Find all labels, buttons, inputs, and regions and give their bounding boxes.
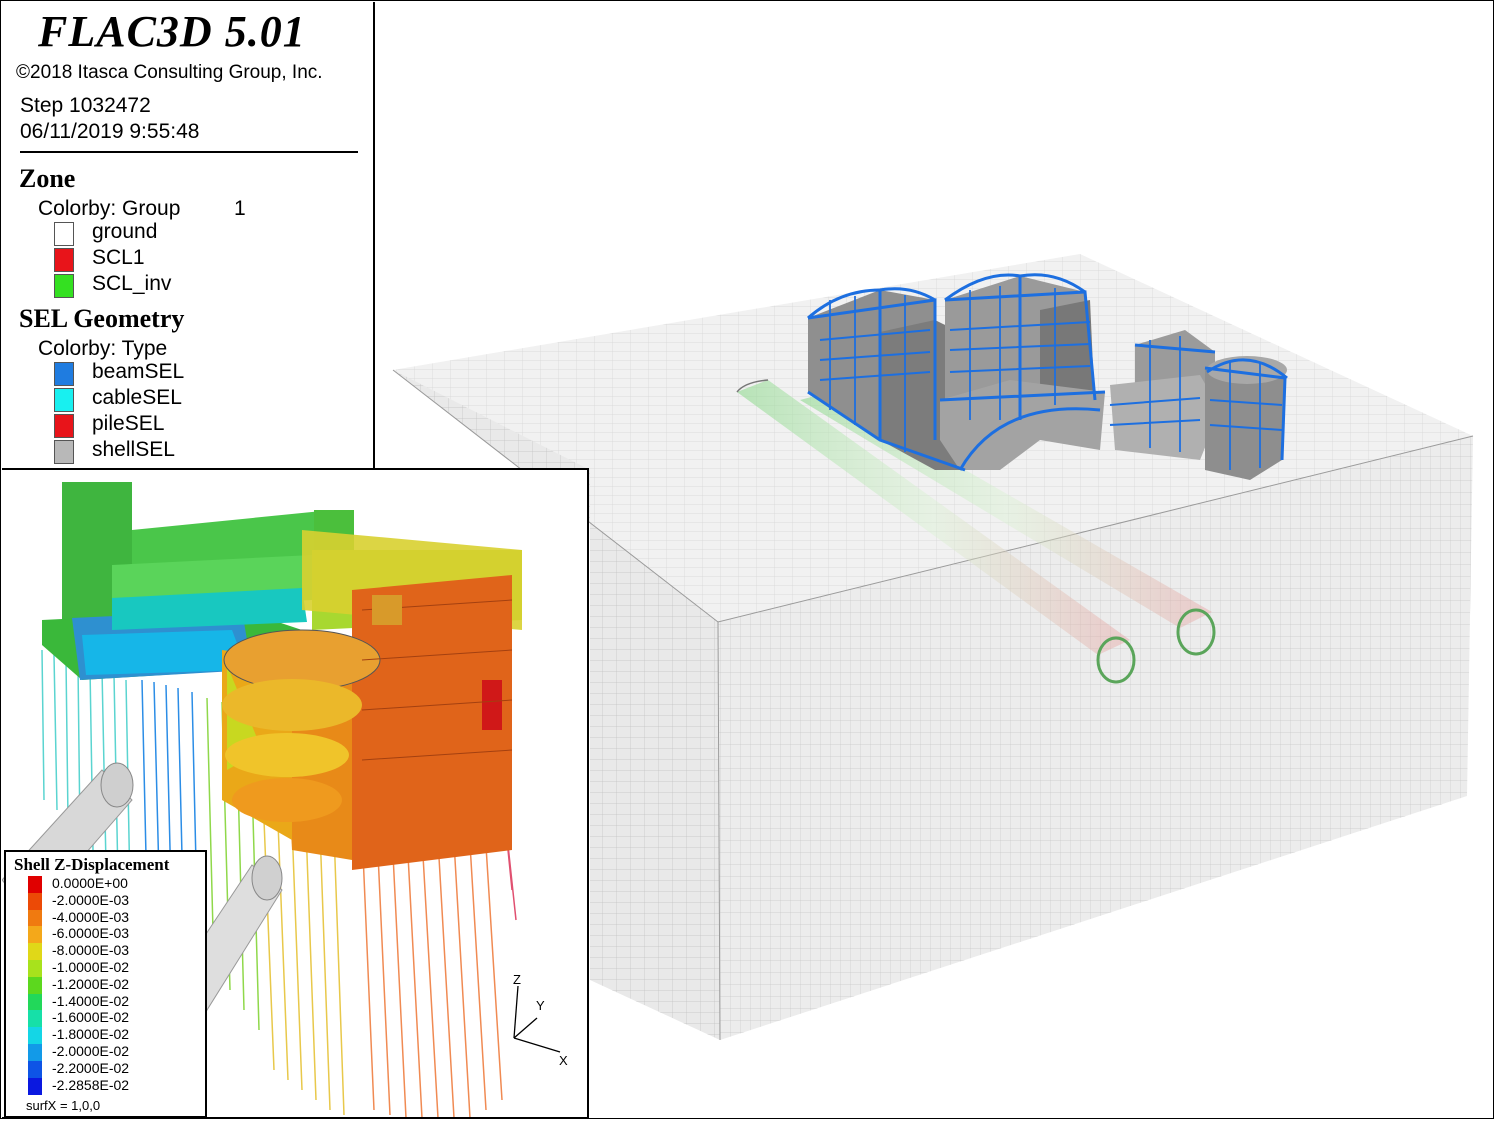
swatch — [54, 274, 74, 298]
x-axis-label: X — [559, 1053, 568, 1068]
displacement-legend: Shell Z-Displacement 0.0000E+00 -2.0000E-… — [4, 850, 207, 1118]
axis-triad: Z Y X — [513, 972, 568, 1068]
color-swatch — [28, 960, 42, 977]
divider — [20, 151, 358, 153]
legend-label: -2.2000E-02 — [52, 1059, 130, 1076]
legend-label: ground — [92, 220, 158, 243]
legend-label: -8.0000E-03 — [52, 942, 130, 959]
zone-legend-title: Zone — [19, 164, 76, 193]
swatch — [54, 414, 74, 438]
y-axis-label: Y — [536, 998, 545, 1013]
color-swatch — [28, 1010, 42, 1028]
color-swatch — [28, 1044, 42, 1061]
legend-label: 0.0000E+00 — [52, 875, 128, 891]
swatch — [54, 440, 74, 464]
color-swatch — [28, 976, 42, 994]
swatch — [54, 362, 74, 386]
color-swatch — [28, 876, 42, 893]
legend-label: -1.0000E-02 — [52, 959, 130, 975]
legend-label: cableSEL — [92, 386, 182, 409]
swatch — [54, 222, 74, 246]
app-title: FLAC3D 5.01 — [38, 7, 306, 56]
legend-label: SCL_inv — [92, 272, 172, 295]
step-counter: Step 1032472 — [20, 94, 151, 117]
legend-label: -2.2858E-02 — [52, 1076, 130, 1093]
legend-label: pileSEL — [92, 412, 165, 435]
legend-label: shellSEL — [92, 438, 175, 461]
z-axis-label: Z — [513, 972, 521, 987]
legend-label: -4.0000E-03 — [52, 908, 130, 925]
surface-normal-note: surfX = 1,0,0 — [26, 1098, 101, 1113]
legend-label: -2.0000E-02 — [52, 1043, 130, 1059]
sel-colorby-label: Colorby: Type — [38, 337, 168, 360]
info-panel: FLAC3D 5.01 ©2018 Itasca Consulting Grou… — [2, 2, 375, 468]
copyright-text: ©2018 Itasca Consulting Group, Inc. — [16, 62, 323, 83]
color-swatch — [28, 1060, 42, 1078]
color-swatch — [28, 1077, 42, 1095]
legend-label: -1.2000E-02 — [52, 975, 130, 992]
legend-label: -1.8000E-02 — [52, 1026, 130, 1043]
zone-colorby-label: Colorby: Group — [38, 197, 181, 220]
color-swatch — [28, 892, 42, 910]
zone-colorby-value: 1 — [234, 197, 246, 220]
legend-label: -2.0000E-03 — [52, 891, 130, 908]
color-swatch — [28, 943, 42, 961]
legend-label: SCL1 — [92, 246, 145, 269]
displacement-legend-title: Shell Z-Displacement — [14, 855, 170, 874]
color-swatch — [28, 993, 42, 1011]
legend-label: -1.4000E-02 — [52, 992, 130, 1009]
color-swatch — [28, 909, 42, 927]
swatch — [54, 388, 74, 412]
legend-label: -1.6000E-02 — [52, 1009, 130, 1026]
legend-label: beamSEL — [92, 360, 185, 383]
color-swatch — [28, 926, 42, 944]
swatch — [54, 248, 74, 272]
timestamp: 06/11/2019 9:55:48 — [20, 120, 200, 143]
color-swatch — [28, 1027, 42, 1045]
sel-legend-title: SEL Geometry — [19, 304, 185, 333]
legend-label: -6.0000E-03 — [52, 925, 130, 942]
